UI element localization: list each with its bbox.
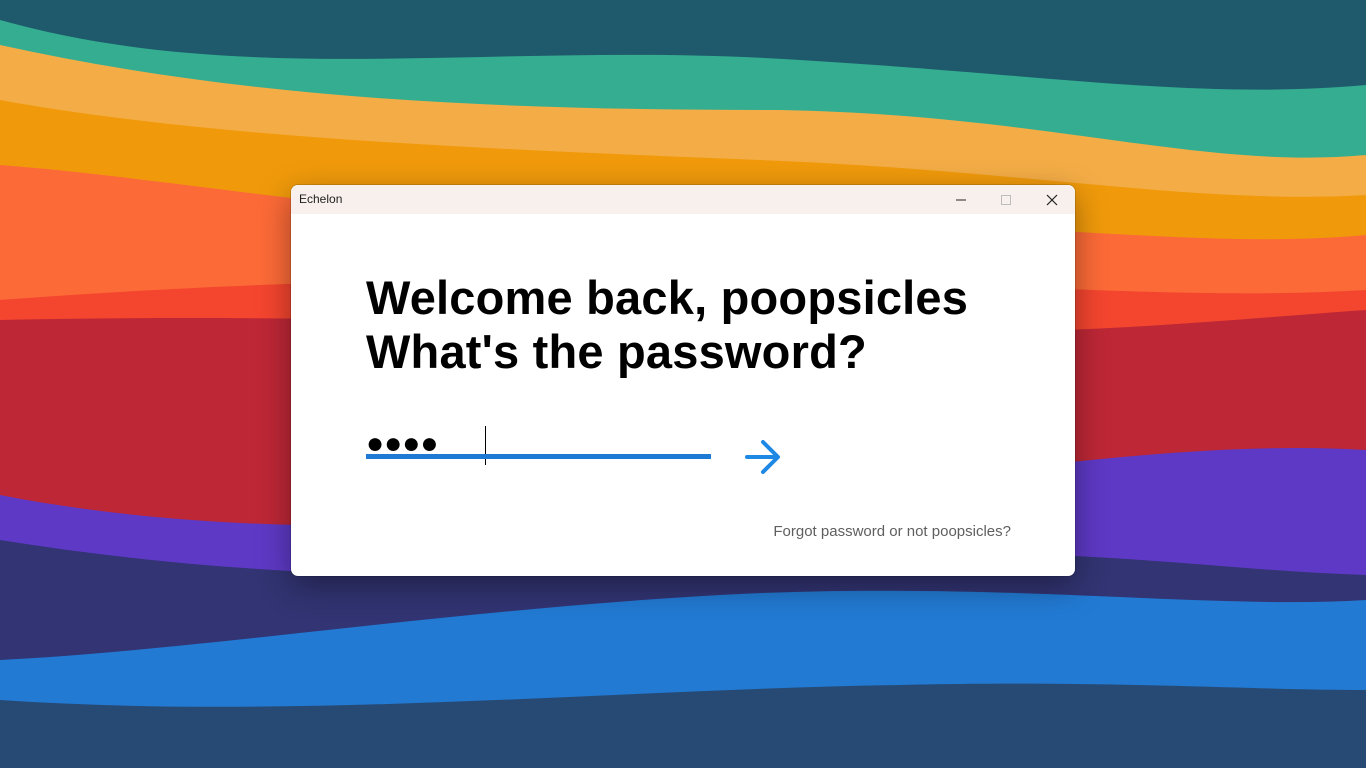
minimize-icon	[955, 199, 966, 200]
minimize-button[interactable]	[938, 185, 983, 214]
text-caret	[485, 426, 486, 465]
heading-prompt: What's the password?	[366, 325, 867, 378]
maximize-icon	[1000, 194, 1011, 205]
maximize-button[interactable]	[983, 185, 1028, 214]
arrow-right-icon	[745, 440, 780, 474]
login-content: Welcome back, poopsicles What's the pass…	[291, 214, 1075, 576]
login-window: Echelon Welcome back, poopsicles What's …	[291, 185, 1075, 576]
close-icon	[1046, 194, 1057, 205]
heading-greeting: Welcome back, poopsicles	[366, 271, 969, 324]
window-title: Echelon	[299, 192, 343, 206]
submit-button[interactable]	[743, 437, 783, 477]
password-input-underline	[366, 454, 711, 459]
title-bar[interactable]: Echelon	[291, 185, 1075, 214]
desktop: Echelon Welcome back, poopsicles What's …	[0, 0, 1366, 768]
login-heading: Welcome back, poopsicles What's the pass…	[366, 271, 968, 379]
forgot-password-link[interactable]: Forgot password or not poopsicles?	[773, 523, 1011, 540]
close-button[interactable]	[1029, 185, 1074, 214]
